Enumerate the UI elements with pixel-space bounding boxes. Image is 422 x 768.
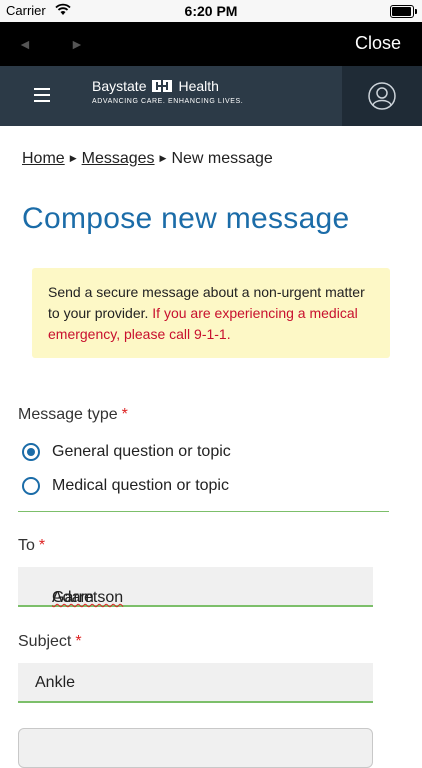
subject-value: Ankle (35, 674, 76, 691)
message-type-underline (18, 511, 389, 512)
subject-label-text: Subject (18, 633, 72, 650)
breadcrumb-messages-link[interactable]: Messages (82, 150, 155, 167)
subject-label: Subject * (18, 633, 82, 651)
baystate-health-logo: Baystate Health ADVANCING CARE. ENHANCIN… (92, 78, 244, 114)
close-button[interactable]: Close (355, 33, 401, 54)
message-type-label: Message type * (18, 406, 128, 424)
account-button[interactable] (342, 66, 422, 126)
brand-name-left: Baystate (92, 78, 147, 94)
brand-name-right: Health (178, 78, 219, 94)
radio-medical-question[interactable]: Medical question or topic (22, 477, 229, 495)
required-marker: * (75, 633, 82, 650)
emergency-notice: Send a secure message about a non-urgent… (32, 268, 390, 358)
to-label: To * (18, 537, 45, 555)
battery-icon (390, 5, 417, 18)
breadcrumb-current: New message (171, 150, 273, 167)
breadcrumb-separator-icon: ▶ (159, 153, 167, 163)
user-avatar-icon (368, 82, 396, 110)
radio-general-label: General question or topic (52, 443, 231, 460)
app-header: Baystate Health ADVANCING CARE. ENHANCIN… (0, 66, 422, 126)
forward-arrow-icon[interactable]: ► (70, 36, 84, 52)
message-type-label-text: Message type (18, 406, 118, 423)
breadcrumb-home-link[interactable]: Home (22, 150, 65, 167)
required-marker: * (121, 406, 128, 423)
breadcrumb-separator-icon: ▶ (69, 153, 77, 163)
status-bar: Carrier 6:20 PM (0, 0, 422, 22)
message-body-textarea[interactable] (18, 728, 373, 768)
clock: 6:20 PM (184, 3, 238, 19)
browser-toolbar: ◄ ► Close (0, 22, 422, 66)
to-label-text: To (18, 537, 35, 554)
to-value-last: Garretson (52, 589, 124, 606)
brand-tagline: ADVANCING CARE. ENHANCING LIVES. (92, 98, 244, 105)
subject-field[interactable]: Ankle (18, 663, 373, 703)
to-field[interactable]: Adam Garretson (18, 567, 373, 607)
breadcrumb: Home ▶ Messages ▶ New message (22, 150, 273, 168)
brand-mark-icon (152, 78, 173, 94)
radio-selected-icon[interactable] (22, 443, 40, 461)
page-title: Compose new message (22, 202, 350, 235)
radio-general-question[interactable]: General question or topic (22, 443, 231, 461)
required-marker: * (38, 537, 46, 554)
radio-unselected-icon[interactable] (22, 477, 40, 495)
back-arrow-icon[interactable]: ◄ (18, 36, 32, 52)
hamburger-menu-icon[interactable] (34, 88, 50, 102)
radio-medical-label: Medical question or topic (52, 477, 229, 494)
